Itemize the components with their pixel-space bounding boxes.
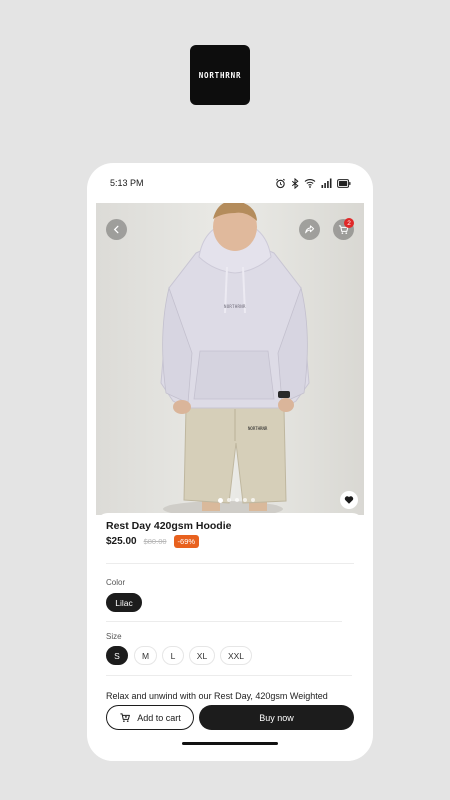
carousel-dot[interactable] xyxy=(218,497,223,503)
brand-logo: NORTHRNR xyxy=(190,45,250,105)
carousel-dot[interactable] xyxy=(251,498,255,502)
wifi-icon xyxy=(304,179,316,188)
original-price: $80.00 xyxy=(143,537,167,546)
back-button[interactable] xyxy=(106,219,127,240)
add-to-cart-button[interactable]: Add to cart xyxy=(106,705,194,730)
product-photo-model xyxy=(160,203,310,515)
status-icons xyxy=(275,177,351,189)
status-time: 5:13 PM xyxy=(110,178,144,188)
brand-logo-text: NORTHRNR xyxy=(198,70,242,80)
color-option-lilac[interactable]: Lilac xyxy=(106,593,142,612)
carousel-dots[interactable] xyxy=(218,497,255,503)
size-option-xl[interactable]: XL xyxy=(189,646,215,665)
product-details-sheet: Rest Day 420gsm Hoodie $25.00 $80.00 -69… xyxy=(96,513,364,761)
size-option-xxl[interactable]: XXL xyxy=(220,646,252,665)
product-image[interactable]: NORTHRNR NORTHRNR 2 xyxy=(96,203,364,515)
product-description: Relax and unwind with our Rest Day, 420g… xyxy=(106,691,328,701)
hoodie-chest-print: NORTHRNR xyxy=(224,304,246,309)
cart-count-badge: 2 xyxy=(344,218,354,228)
discount-badge: -69% xyxy=(173,535,200,548)
buy-now-label: Buy now xyxy=(259,712,294,723)
action-bar: Add to cart Buy now xyxy=(106,705,354,732)
carousel-dot[interactable] xyxy=(243,498,247,502)
alarm-icon xyxy=(276,178,285,188)
size-option-m[interactable]: M xyxy=(134,646,157,665)
heart-icon xyxy=(344,496,354,504)
size-option-l[interactable]: L xyxy=(162,646,184,665)
favorite-button[interactable] xyxy=(340,491,358,509)
status-bar: 5:13 PM xyxy=(87,163,373,203)
chevron-left-icon xyxy=(113,225,119,234)
home-indicator[interactable] xyxy=(182,742,278,745)
carousel-dot[interactable] xyxy=(227,498,231,502)
price-row: $25.00 $80.00 -69% xyxy=(106,535,200,548)
cart-icon xyxy=(120,713,131,722)
share-icon xyxy=(305,225,315,234)
size-label: Size xyxy=(106,632,122,641)
battery-icon xyxy=(337,178,351,188)
carousel-dot[interactable] xyxy=(235,498,239,502)
phone-frame: 5:13 PM NORTHRNR NORTHRNR 2 Rest Day 420… xyxy=(87,163,373,761)
product-title: Rest Day 420gsm Hoodie xyxy=(106,520,232,532)
share-button[interactable] xyxy=(299,219,320,240)
add-to-cart-label: Add to cart xyxy=(137,712,181,723)
size-option-s[interactable]: S xyxy=(106,646,128,665)
buy-now-button[interactable]: Buy now xyxy=(199,705,354,730)
divider xyxy=(106,563,354,564)
bluetooth-icon xyxy=(291,177,299,189)
shorts-print: NORTHRNR xyxy=(248,426,268,431)
divider xyxy=(106,675,352,676)
color-label: Color xyxy=(106,578,126,587)
signal-icon xyxy=(321,178,332,188)
divider xyxy=(106,621,342,622)
current-price: $25.00 xyxy=(106,536,137,547)
